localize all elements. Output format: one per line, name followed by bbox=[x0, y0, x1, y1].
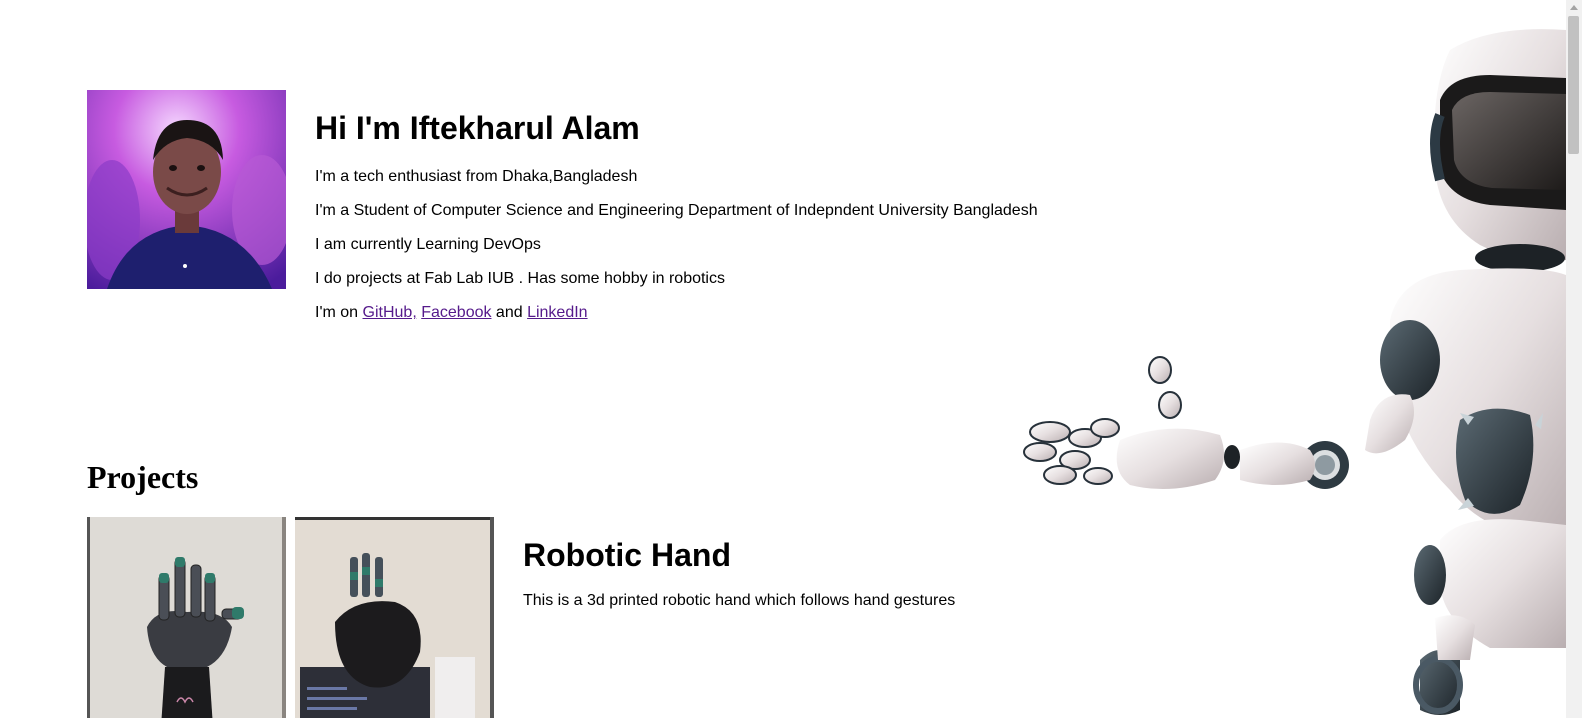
profile-photo bbox=[87, 90, 286, 289]
projects-heading: Projects bbox=[87, 459, 199, 495]
project-photo-front bbox=[87, 517, 286, 718]
linkedin-link[interactable]: LinkedIn bbox=[527, 304, 588, 321]
scroll-up-arrow-icon[interactable] bbox=[1566, 0, 1582, 14]
intro-line-projects: I do projects at Fab Lab IUB . Has some … bbox=[315, 270, 725, 287]
github-link[interactable]: GitHub, bbox=[363, 304, 417, 321]
intro-line-learning: I am currently Learning DevOps bbox=[315, 236, 541, 253]
project-photo-side bbox=[295, 517, 494, 718]
page: Hi I'm Iftekharul Alam I'm a tech enthus… bbox=[0, 0, 1566, 718]
robot-illustration bbox=[1023, 29, 1566, 715]
intro-section: Hi I'm Iftekharul Alam I'm a tech enthus… bbox=[315, 108, 1038, 330]
social-separator-and: and bbox=[491, 304, 528, 321]
intro-line-education: I'm a Student of Computer Science and En… bbox=[315, 202, 1038, 219]
facebook-link[interactable]: Facebook bbox=[421, 304, 491, 321]
project-description: This is a 3d printed robotic hand which … bbox=[523, 592, 956, 609]
scrollbar-thumb[interactable] bbox=[1568, 16, 1579, 154]
intro-line-location: I'm a tech enthusiast from Dhaka,Banglad… bbox=[315, 168, 638, 185]
social-links-line: I'm on GitHub, Facebook and LinkedIn bbox=[315, 296, 1038, 330]
social-prefix: I'm on bbox=[315, 304, 363, 321]
project-item-robotic-hand: Robotic Hand This is a 3d printed roboti… bbox=[523, 535, 955, 611]
intro-heading: Hi I'm Iftekharul Alam bbox=[315, 110, 640, 146]
project-title: Robotic Hand bbox=[523, 537, 731, 573]
vertical-scrollbar[interactable] bbox=[1566, 0, 1582, 718]
